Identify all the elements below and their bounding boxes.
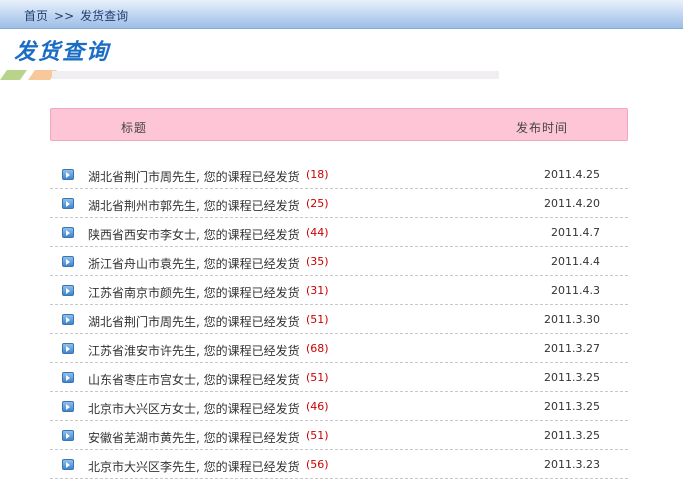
item-view-count: (51): [306, 371, 329, 384]
breadcrumb-bar: 首页 >> 发货查询: [0, 0, 683, 29]
list-item: 江苏省淮安市许先生, 您的课程已经发货 (68) 2011.3.27: [50, 334, 628, 363]
item-view-count: (68): [306, 342, 329, 355]
list-item: 江苏省南京市颜先生, 您的课程已经发货 (31) 2011.4.3: [50, 276, 628, 305]
item-view-count: (46): [306, 400, 329, 413]
arrow-bullet-icon: [62, 285, 74, 296]
item-view-count: (31): [306, 284, 329, 297]
item-title-link[interactable]: 江苏省南京市颜先生, 您的课程已经发货: [88, 284, 300, 301]
item-date: 2011.3.30: [544, 313, 600, 326]
item-title-link[interactable]: 湖北省荆门市周先生, 您的课程已经发货: [88, 313, 300, 330]
list-item: 安徽省芜湖市黄先生, 您的课程已经发货 (51) 2011.3.25: [50, 421, 628, 450]
page: 首页 >> 发货查询 发货查询 标题 发布时间 湖北省荆门市周先生, 您的课程已经发…: [0, 0, 700, 487]
item-view-count: (18): [306, 168, 329, 181]
item-view-count: (25): [306, 197, 329, 210]
item-view-count: (51): [306, 313, 329, 326]
arrow-bullet-icon: [62, 198, 74, 209]
arrow-bullet-icon: [62, 372, 74, 383]
list-item: 湖北省荆州市郭先生, 您的课程已经发货 (25) 2011.4.20: [50, 189, 628, 218]
item-title-link[interactable]: 北京市大兴区方女士, 您的课程已经发货: [88, 400, 300, 417]
item-title-link[interactable]: 北京市大兴区李先生, 您的课程已经发货: [88, 458, 300, 475]
item-date: 2011.4.20: [544, 197, 600, 210]
decoration-green-stripe: [0, 70, 28, 80]
item-title-link[interactable]: 陕西省西安市李女士, 您的课程已经发货: [88, 226, 300, 243]
item-view-count: (56): [306, 458, 329, 471]
shipment-list: 湖北省荆门市周先生, 您的课程已经发货 (18) 2011.4.25 湖北省荆州…: [50, 160, 628, 479]
arrow-bullet-icon: [62, 169, 74, 180]
arrow-bullet-icon: [62, 401, 74, 412]
item-date: 2011.3.25: [544, 429, 600, 442]
list-item: 湖北省荆门市周先生, 您的课程已经发货 (18) 2011.4.25: [50, 160, 628, 189]
decoration-gray-bar: [52, 71, 499, 79]
page-title: 发货查询: [14, 40, 111, 65]
list-item: 北京市大兴区方女士, 您的课程已经发货 (46) 2011.3.25: [50, 392, 628, 421]
breadcrumb: 首页 >> 发货查询: [24, 7, 128, 24]
item-date: 2011.4.25: [544, 168, 600, 181]
arrow-bullet-icon: [62, 227, 74, 238]
item-date: 2011.3.25: [544, 371, 600, 384]
list-item: 湖北省荆门市周先生, 您的课程已经发货 (51) 2011.3.30: [50, 305, 628, 334]
column-header-title: 标题: [121, 121, 148, 135]
item-title-link[interactable]: 安徽省芜湖市黄先生, 您的课程已经发货: [88, 429, 300, 446]
arrow-bullet-icon: [62, 314, 74, 325]
breadcrumb-home-link[interactable]: 首页: [24, 9, 48, 23]
item-title-link[interactable]: 湖北省荆州市郭先生, 您的课程已经发货: [88, 197, 300, 214]
breadcrumb-current: 发货查询: [80, 9, 129, 23]
breadcrumb-separator: >>: [54, 9, 75, 23]
list-item: 北京市大兴区李先生, 您的课程已经发货 (56) 2011.3.23: [50, 450, 628, 479]
item-date: 2011.4.7: [551, 226, 600, 239]
item-date: 2011.3.23: [544, 458, 600, 471]
item-title-link[interactable]: 山东省枣庄市宫女士, 您的课程已经发货: [88, 371, 300, 388]
table-header: 标题 发布时间: [50, 108, 628, 141]
item-view-count: (44): [306, 226, 329, 239]
arrow-bullet-icon: [62, 430, 74, 441]
item-view-count: (35): [306, 255, 329, 268]
item-date: 2011.4.4: [551, 255, 600, 268]
item-date: 2011.3.27: [544, 342, 600, 355]
item-view-count: (51): [306, 429, 329, 442]
item-title-link[interactable]: 江苏省淮安市许先生, 您的课程已经发货: [88, 342, 300, 359]
title-decoration: [0, 70, 520, 80]
item-title-link[interactable]: 浙江省舟山市袁先生, 您的课程已经发货: [88, 255, 300, 272]
item-date: 2011.4.3: [551, 284, 600, 297]
list-item: 山东省枣庄市宫女士, 您的课程已经发货 (51) 2011.3.25: [50, 363, 628, 392]
arrow-bullet-icon: [62, 343, 74, 354]
item-title-link[interactable]: 湖北省荆门市周先生, 您的课程已经发货: [88, 168, 300, 185]
list-item: 陕西省西安市李女士, 您的课程已经发货 (44) 2011.4.7: [50, 218, 628, 247]
arrow-bullet-icon: [62, 459, 74, 470]
arrow-bullet-icon: [62, 256, 74, 267]
column-header-date: 发布时间: [516, 121, 569, 135]
item-date: 2011.3.25: [544, 400, 600, 413]
list-item: 浙江省舟山市袁先生, 您的课程已经发货 (35) 2011.4.4: [50, 247, 628, 276]
